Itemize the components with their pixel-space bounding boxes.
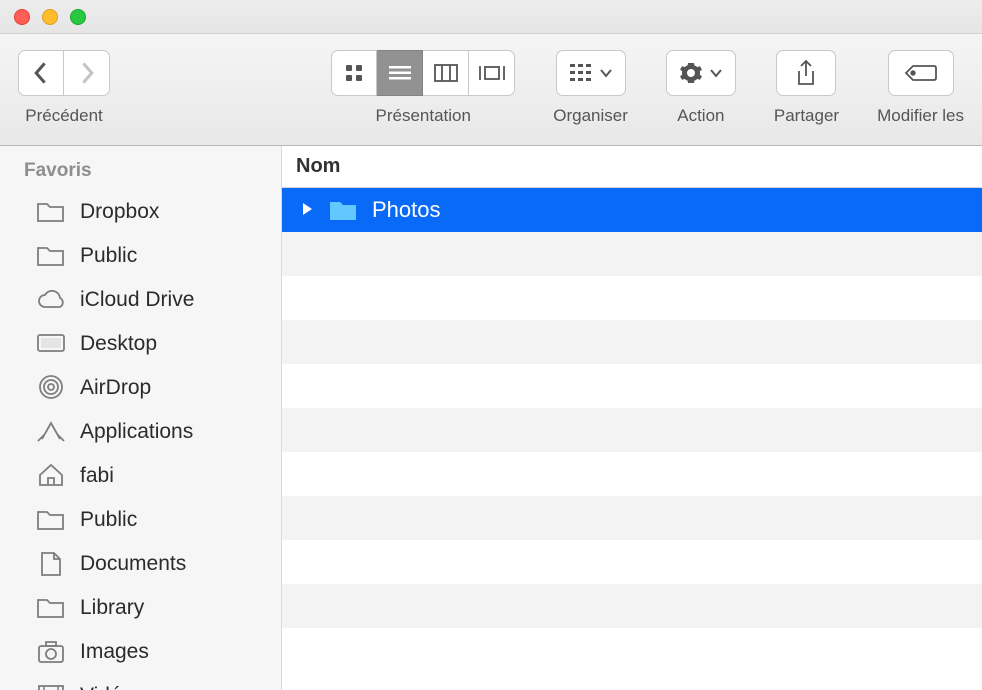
action-button[interactable] <box>666 50 736 96</box>
sidebar-item-label: Dropbox <box>80 200 159 224</box>
table-row <box>282 496 982 540</box>
table-row <box>282 364 982 408</box>
sidebar-item-label: Vidéos <box>80 684 144 690</box>
sidebar-item-label: iCloud Drive <box>80 288 194 312</box>
folder-icon <box>36 244 66 268</box>
file-list: Nom Photos <box>282 146 982 690</box>
sidebar-item-airdrop[interactable]: AirDrop <box>0 366 281 410</box>
forward-button[interactable] <box>64 50 110 96</box>
table-row <box>282 628 982 672</box>
view-label: Présentation <box>376 106 471 126</box>
folder-icon <box>328 198 358 222</box>
coverflow-view-button[interactable] <box>469 50 515 96</box>
sidebar-item-desktop[interactable]: Desktop <box>0 322 281 366</box>
column-view-button[interactable] <box>423 50 469 96</box>
sidebar-item-label: fabi <box>80 464 114 488</box>
sidebar-item-label: AirDrop <box>80 376 151 400</box>
sidebar-item-public[interactable]: Public <box>0 234 281 278</box>
desktop-icon <box>36 332 66 356</box>
nav-label: Précédent <box>25 106 103 126</box>
chevron-down-icon <box>709 68 723 78</box>
icon-view-button[interactable] <box>331 50 377 96</box>
table-row <box>282 540 982 584</box>
document-icon <box>36 552 66 576</box>
disclosure-triangle-icon[interactable] <box>300 197 314 223</box>
share-icon <box>795 60 817 86</box>
sidebar-item-dropbox[interactable]: Dropbox <box>0 190 281 234</box>
sidebar-item-public[interactable]: Public <box>0 498 281 542</box>
sidebar-item-label: Desktop <box>80 332 157 356</box>
organize-label: Organiser <box>553 106 628 126</box>
action-label: Action <box>677 106 724 126</box>
action-group: Action <box>666 50 736 126</box>
table-row <box>282 232 982 276</box>
sidebar-item-label: Public <box>80 244 137 268</box>
file-name: Photos <box>372 197 441 223</box>
sidebar-item-documents[interactable]: Documents <box>0 542 281 586</box>
tags-label: Modifier les <box>877 106 964 126</box>
sidebar-heading: Favoris <box>0 160 281 190</box>
sidebar-item-label: Images <box>80 640 149 664</box>
organize-group: Organiser <box>553 50 628 126</box>
sidebar-item-label: Applications <box>80 420 193 444</box>
apps-icon <box>36 420 66 444</box>
sidebar-item-label: Library <box>80 596 144 620</box>
sidebar-item-library[interactable]: Library <box>0 586 281 630</box>
airdrop-icon <box>36 376 66 400</box>
tags-group: Modifier les <box>877 50 964 126</box>
organize-button[interactable] <box>556 50 626 96</box>
camera-icon <box>36 640 66 664</box>
sidebar: Favoris Dropbox Public iCloud Drive Desktop… <box>0 146 282 690</box>
grid-icon <box>569 63 593 83</box>
list-view-button[interactable] <box>377 50 423 96</box>
table-row[interactable]: Photos <box>282 188 982 232</box>
sidebar-item-label: Documents <box>80 552 186 576</box>
toolbar: Précédent Présentation O <box>0 34 982 146</box>
share-label: Partager <box>774 106 839 126</box>
chevron-down-icon <box>599 68 613 78</box>
table-row <box>282 584 982 628</box>
gear-icon <box>679 61 703 85</box>
share-button[interactable] <box>776 50 836 96</box>
table-row <box>282 452 982 496</box>
sidebar-item-icloud-drive[interactable]: iCloud Drive <box>0 278 281 322</box>
back-button[interactable] <box>18 50 64 96</box>
home-icon <box>36 464 66 488</box>
sidebar-item-vidéos[interactable]: Vidéos <box>0 674 281 690</box>
close-window-button[interactable] <box>14 9 30 25</box>
folder-icon <box>36 596 66 620</box>
sidebar-item-images[interactable]: Images <box>0 630 281 674</box>
sidebar-item-applications[interactable]: Applications <box>0 410 281 454</box>
sidebar-item-fabi[interactable]: fabi <box>0 454 281 498</box>
column-header-name[interactable]: Nom <box>282 146 982 188</box>
zoom-window-button[interactable] <box>70 9 86 25</box>
sidebar-item-label: Public <box>80 508 137 532</box>
table-row <box>282 276 982 320</box>
cloud-icon <box>36 288 66 312</box>
film-icon <box>36 684 66 690</box>
nav-group: Précédent <box>18 50 110 126</box>
table-row <box>282 320 982 364</box>
minimize-window-button[interactable] <box>42 9 58 25</box>
folder-icon <box>36 508 66 532</box>
view-group: Présentation <box>331 50 515 126</box>
tag-icon <box>904 63 938 83</box>
window-titlebar <box>0 0 982 34</box>
edit-tags-button[interactable] <box>888 50 954 96</box>
share-group: Partager <box>774 50 839 126</box>
table-row <box>282 408 982 452</box>
folder-icon <box>36 200 66 224</box>
